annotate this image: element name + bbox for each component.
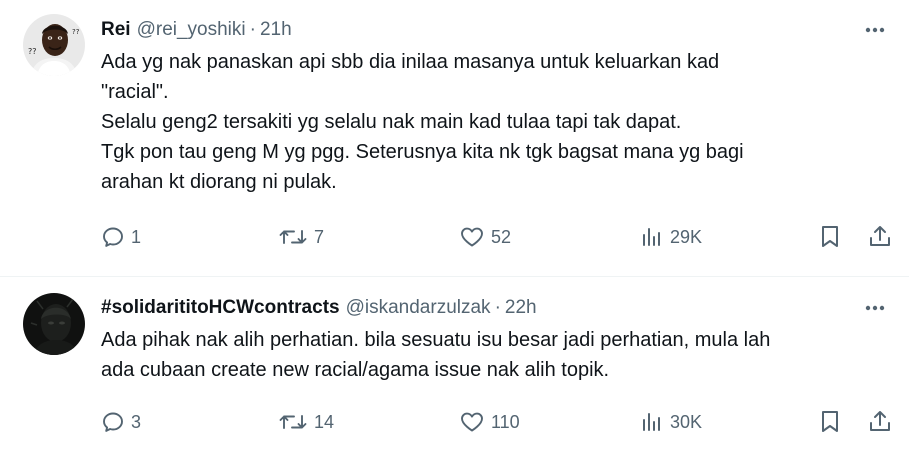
like-count: 110 (491, 411, 520, 432)
bookmark-button[interactable] (818, 221, 842, 253)
share-icon (870, 411, 890, 431)
retweet-count: 14 (314, 411, 335, 432)
views-button[interactable]: 29K (640, 221, 702, 253)
tweet-text-line: Selalu geng2 tersakiti yg selalu nak mai… (101, 111, 682, 133)
reply-icon (103, 227, 123, 247)
share-button[interactable] (868, 406, 892, 438)
reply-icon (103, 412, 123, 432)
bookmark-icon (822, 411, 838, 432)
avatar[interactable]: ?? ?? (23, 14, 85, 76)
action-bar: 3 14 110 30K (101, 406, 896, 438)
reply-button[interactable]: 1 (101, 221, 141, 253)
tweet-header: Rei @rei_yoshiki · 21h (101, 16, 889, 44)
retweet-icon (279, 415, 307, 429)
retweet-button[interactable]: 14 (278, 406, 334, 438)
views-icon (643, 228, 660, 246)
retweet-button[interactable]: 7 (278, 221, 324, 253)
timestamp[interactable]: 22h (505, 297, 537, 319)
retweet-icon (279, 230, 307, 244)
like-button[interactable]: 52 (459, 221, 511, 253)
display-name[interactable]: Rei (101, 19, 131, 41)
action-bar: 1 7 52 29K (101, 221, 896, 253)
more-icon[interactable] (861, 18, 889, 42)
views-icon (643, 413, 660, 431)
bookmark-icon (822, 226, 838, 247)
tweet[interactable]: #solidarititoHCWcontracts @iskandarzulza… (0, 277, 909, 453)
tweet-text: Ada yg nak panaskan api sbb dia inilaa m… (101, 47, 879, 197)
tweet-text-line: ada cubaan create new racial/agama issue… (101, 359, 610, 381)
like-icon (461, 412, 483, 432)
like-count: 52 (491, 226, 512, 247)
tweet-text-line: Ada yg nak panaskan api sbb dia inilaa m… (101, 51, 720, 73)
meme-avatar-icon: ?? ?? (23, 14, 85, 76)
like-button[interactable]: 110 (459, 406, 520, 438)
tweet[interactable]: ?? ?? Rei @rei_yoshiki · 21h Ada yg nak … (0, 0, 909, 277)
bookmark-button[interactable] (818, 406, 842, 438)
handle[interactable]: @rei_yoshiki (137, 19, 246, 41)
reply-count: 1 (131, 226, 142, 247)
reply-count: 3 (131, 411, 142, 432)
svg-text:??: ?? (72, 28, 80, 36)
tweet-text: Ada pihak nak alih perhatian. bila sesua… (101, 325, 879, 385)
tweet-text-line: arahan kt diorang ni pulak. (101, 171, 337, 193)
share-button[interactable] (868, 221, 892, 253)
share-icon (870, 226, 890, 246)
tweet-header: #solidarititoHCWcontracts @iskandarzulza… (101, 294, 889, 322)
dark-avatar-icon (23, 293, 85, 355)
tweet-text-line: Ada pihak nak alih perhatian. bila sesua… (101, 329, 771, 351)
separator-dot: · (249, 19, 256, 40)
separator-dot: · (494, 297, 501, 318)
views-count: 30K (670, 411, 703, 432)
tweet-text-line: "racial". (101, 81, 169, 103)
more-icon[interactable] (861, 296, 889, 320)
avatar[interactable] (23, 293, 85, 355)
tweet-text-line: Tgk pon tau geng M yg pgg. Seterusnya ki… (101, 141, 744, 163)
svg-text:??: ?? (28, 47, 37, 56)
views-button[interactable]: 30K (640, 406, 702, 438)
reply-button[interactable]: 3 (101, 406, 141, 438)
handle[interactable]: @iskandarzulzak (346, 297, 491, 319)
timestamp[interactable]: 21h (260, 19, 292, 41)
retweet-count: 7 (314, 226, 325, 247)
views-count: 29K (670, 226, 703, 247)
like-icon (461, 227, 483, 247)
display-name[interactable]: #solidarititoHCWcontracts (101, 297, 340, 319)
